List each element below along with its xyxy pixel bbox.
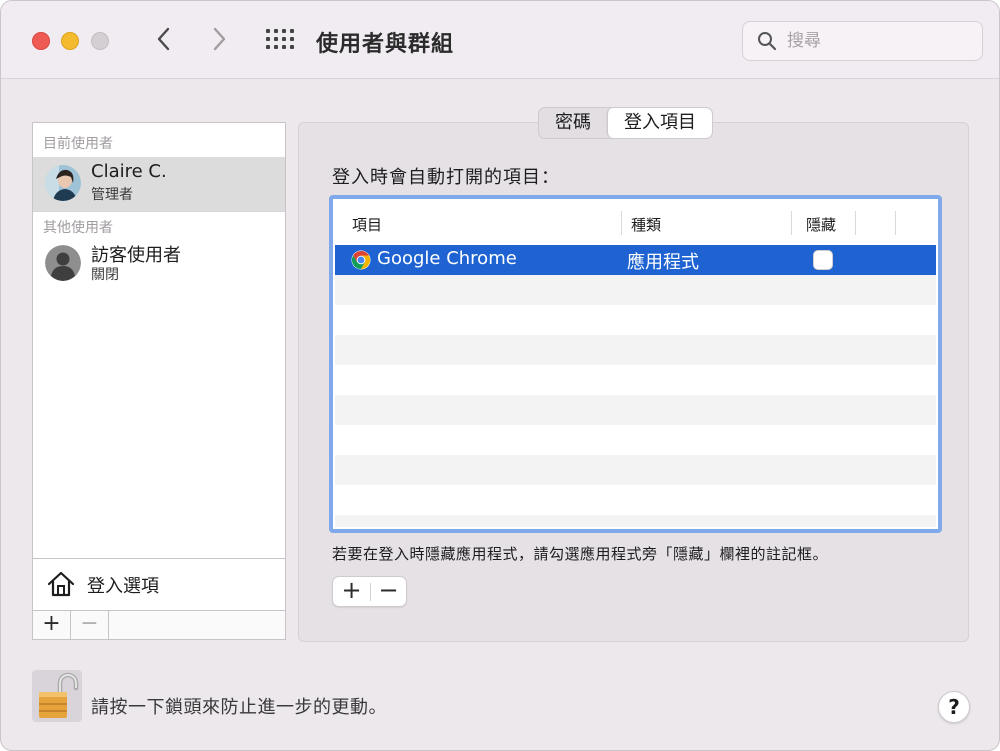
guest-avatar-icon: [45, 245, 81, 281]
remove-login-item-button[interactable]: −: [370, 577, 407, 606]
table-row: [335, 395, 936, 425]
search-input[interactable]: [787, 28, 972, 54]
sidebar-footer: + −: [33, 610, 285, 639]
hide-hint-text: 若要在登入時隱藏應用程式，請勾選應用程式旁「隱藏」欄裡的註記框。: [332, 545, 829, 563]
table-row: [335, 365, 936, 395]
current-users-label: 目前使用者: [43, 136, 113, 152]
table-row: [335, 275, 936, 305]
login-options-label: 登入選項: [87, 576, 159, 597]
house-icon: [47, 571, 75, 597]
search-field[interactable]: [742, 21, 983, 61]
column-header-item[interactable]: 項目: [352, 214, 382, 235]
table-row: [335, 425, 936, 455]
help-button[interactable]: ?: [938, 691, 970, 723]
zoom-button[interactable]: [91, 32, 109, 50]
back-button[interactable]: [149, 25, 179, 57]
table-row: [335, 335, 936, 365]
chevron-left-icon: [157, 27, 170, 51]
table-row: [335, 515, 936, 527]
table-row: [335, 485, 936, 515]
table-row[interactable]: Google Chrome 應用程式: [335, 245, 936, 275]
close-button[interactable]: [32, 32, 50, 50]
table-row: [335, 305, 936, 335]
other-users-label: 其他使用者: [43, 220, 113, 236]
show-all-grid-icon[interactable]: [266, 29, 294, 51]
lock-icon[interactable]: [32, 670, 82, 722]
remove-user-button[interactable]: −: [71, 611, 109, 639]
window-title: 使用者與群組: [316, 32, 455, 57]
table-header: 項目 種類 隱藏: [335, 201, 936, 245]
search-icon: [758, 32, 777, 51]
item-name: Google Chrome: [377, 248, 517, 269]
title-bar: 使用者與群組: [1, 1, 999, 79]
table-row: [335, 455, 936, 485]
login-items-heading: 登入時會自動打開的項目：: [332, 167, 560, 188]
login-items-table[interactable]: 項目 種類 隱藏 Google Chrome 應用程式: [329, 195, 942, 533]
preferences-window: 使用者與群組 目前使用者 Claire C. 管理者: [0, 0, 1000, 751]
minimize-button[interactable]: [61, 32, 79, 50]
sidebar-divider: [33, 211, 285, 212]
tab-password[interactable]: 密碼: [539, 108, 607, 138]
column-header-kind[interactable]: 種類: [631, 214, 661, 235]
add-login-item-button[interactable]: +: [333, 577, 370, 606]
tab-bar: 密碼 登入項目: [538, 107, 713, 139]
column-header-hide[interactable]: 隱藏: [806, 214, 836, 235]
avatar: [45, 165, 81, 201]
item-kind: 應用程式: [627, 252, 699, 273]
hide-checkbox[interactable]: [813, 250, 833, 270]
tab-login-items[interactable]: 登入項目: [607, 108, 712, 138]
add-remove-control: + −: [332, 576, 407, 607]
user-row-claire[interactable]: Claire C. 管理者: [33, 157, 285, 211]
users-sidebar: 目前使用者 Claire C. 管理者 其他使用者 訪客使用者 關閉 登入選項 …: [32, 122, 286, 640]
forward-button[interactable]: [204, 25, 234, 57]
add-user-button[interactable]: +: [33, 611, 71, 639]
lock-status-text: 請按一下鎖頭來防止進一步的更動。: [91, 697, 387, 718]
chrome-icon: [351, 250, 371, 270]
login-options-item[interactable]: 登入選項: [33, 558, 285, 610]
user-row-guest[interactable]: 訪客使用者 關閉: [33, 237, 285, 291]
chevron-right-icon: [213, 27, 226, 51]
user-role: 管理者: [91, 187, 133, 203]
user-role: 關閉: [91, 267, 119, 283]
user-name: Claire C.: [91, 161, 167, 182]
